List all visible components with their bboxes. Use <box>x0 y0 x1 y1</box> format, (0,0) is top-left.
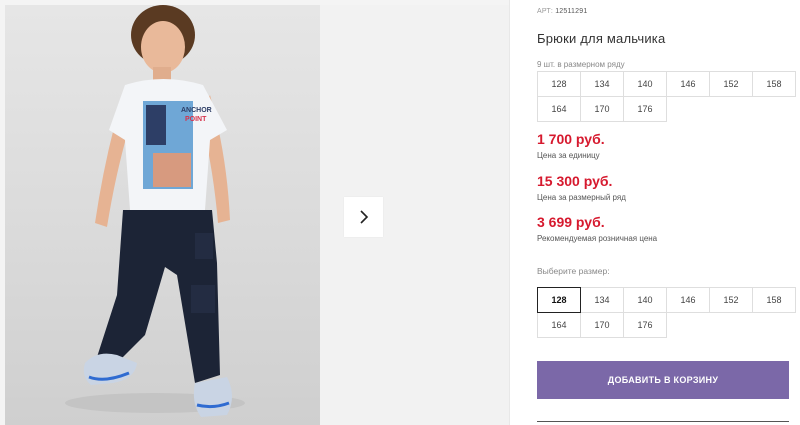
next-section-edge <box>537 421 789 425</box>
size-row-cell: 146 <box>666 71 710 97</box>
sku-value: 12511291 <box>555 8 588 15</box>
unit-price-label: Цена за единицу <box>537 151 600 160</box>
size-row-table: 128 134 140 146 152 158 164 170 176 <box>537 71 796 122</box>
size-row-cell: 176 <box>623 96 667 122</box>
row-price: 15 300 руб. <box>537 173 613 189</box>
shirt-print-text-1: ANCHOR <box>181 107 212 114</box>
size-option[interactable]: 176 <box>623 312 667 338</box>
size-option[interactable]: 158 <box>752 287 796 313</box>
size-option[interactable]: 146 <box>666 287 710 313</box>
size-row-count: 9 шт. в размерном ряду <box>537 60 625 69</box>
retail-price: 3 699 руб. <box>537 214 605 230</box>
sku-label: АРТ: <box>537 8 554 15</box>
sku: АРТ: 12511291 <box>537 8 587 15</box>
size-option[interactable]: 134 <box>580 287 624 313</box>
size-row-cell: 170 <box>580 96 624 122</box>
retail-price-label: Рекомендуемая розничная цена <box>537 234 658 243</box>
size-row-cell: 134 <box>580 71 624 97</box>
size-option[interactable]: 152 <box>709 287 753 313</box>
next-image-button[interactable] <box>344 197 383 237</box>
choose-size-label: Выберите размер: <box>537 266 610 276</box>
size-option[interactable]: 170 <box>580 312 624 338</box>
boy-model-illustration: ANCHOR POINT <box>65 5 245 417</box>
product-gallery: ANCHOR POINT <box>0 0 510 425</box>
size-row-cell: 140 <box>623 71 667 97</box>
size-row-cell: 128 <box>537 71 581 97</box>
shirt-print-text-2: POINT <box>185 116 207 123</box>
product-photo: ANCHOR POINT <box>5 5 320 425</box>
size-option-selected[interactable]: 128 <box>537 287 581 313</box>
size-option[interactable]: 140 <box>623 287 667 313</box>
size-row-cell: 164 <box>537 96 581 122</box>
panel-divider <box>509 0 510 425</box>
chevron-right-icon <box>359 210 368 224</box>
size-row-cell: 158 <box>752 71 796 97</box>
size-row-cell: 152 <box>709 71 753 97</box>
product-title: Брюки для мальчика <box>537 31 666 46</box>
add-to-cart-button[interactable]: ДОБАВИТЬ В КОРЗИНУ <box>537 361 789 399</box>
size-selector: 128 134 140 146 152 158 164 170 176 <box>537 287 796 338</box>
product-info-panel: АРТ: 12511291 Брюки для мальчика 9 шт. в… <box>537 0 800 425</box>
row-price-label: Цена за размерный ряд <box>537 193 626 202</box>
unit-price: 1 700 руб. <box>537 131 605 147</box>
size-option[interactable]: 164 <box>537 312 581 338</box>
